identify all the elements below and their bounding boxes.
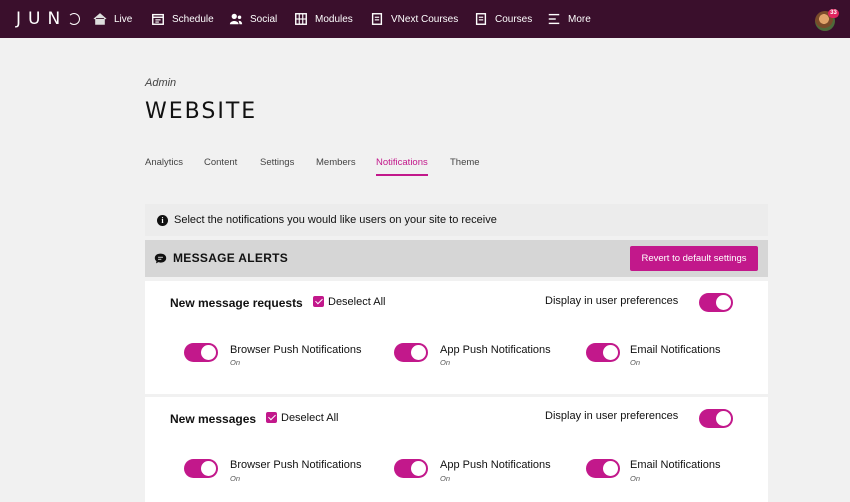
display-preferences-toggle[interactable] [699,293,733,312]
nav-more-label: More [568,13,591,25]
notification-card-new-messages: New messages Deselect All Display in use… [145,397,768,502]
nav-courses-label: Courses [495,13,533,25]
nav-live-label: Live [114,13,133,25]
tab-theme[interactable]: Theme [450,157,480,168]
browser-push-label: Browser Push Notifications [230,344,362,356]
grid-icon [295,13,307,25]
juno-logo[interactable]: JUN [16,9,81,29]
nav-schedule[interactable]: Schedule [151,10,214,28]
info-bar: i Select the notifications you would lik… [145,204,768,236]
card-title: New message requests [170,296,303,310]
email-label: Email Notifications [630,344,721,356]
display-preferences-label: Display in user preferences [545,410,679,422]
nav-social[interactable]: Social [229,10,277,28]
card-title: New messages [170,412,257,426]
logo-text: JUN [16,9,68,29]
email-label: Email Notifications [630,459,721,471]
notification-badge: 33 [828,9,839,18]
menu-icon [548,13,560,25]
email-toggle[interactable] [586,459,620,478]
info-icon: i [157,214,168,226]
home-icon [93,13,107,25]
chat-bubble-icon [154,253,167,263]
users-icon [229,13,243,25]
nav-live[interactable]: Live [93,10,132,28]
app-push-toggle[interactable] [394,459,428,478]
browser-push-toggle[interactable] [184,459,218,478]
email-state: On [630,474,641,483]
tab-analytics[interactable]: Analytics [145,157,183,168]
email-toggle[interactable] [586,343,620,362]
deselect-all-label: Deselect All [281,412,339,424]
page-title: WEBSITE [145,99,258,124]
notification-card-new-message-requests: New message requests Deselect All Displa… [145,281,768,394]
info-text: Select the notifications you would like … [174,214,497,226]
display-preferences-label: Display in user preferences [545,295,679,307]
app-push-label: App Push Notifications [440,344,551,356]
tab-content[interactable]: Content [204,157,237,168]
tab-notifications[interactable]: Notifications [376,157,428,176]
breadcrumb: Admin [145,77,177,89]
nav-social-label: Social [250,13,278,25]
app-push-state: On [440,474,451,483]
book-icon [475,13,487,25]
revert-to-default-button[interactable]: Revert to default settings [630,246,758,271]
browser-push-state: On [230,474,241,483]
display-preferences-toggle[interactable] [699,409,733,428]
deselect-all-checkbox[interactable] [266,412,277,423]
nav-more[interactable]: More [547,10,591,28]
deselect-all-checkbox[interactable] [313,296,324,307]
section-title-text: MESSAGE ALERTS [173,251,289,265]
browser-push-toggle[interactable] [184,343,218,362]
message-alerts-header: MESSAGE ALERTS Revert to default setting… [145,240,768,277]
tab-settings[interactable]: Settings [260,157,294,168]
app-push-toggle[interactable] [394,343,428,362]
nav-courses[interactable]: Courses [474,10,532,28]
tab-members[interactable]: Members [316,157,356,168]
nav-vnext-courses[interactable]: VNext Courses [370,10,458,28]
logo-o-icon [68,13,81,25]
nav-modules-label: Modules [315,13,353,25]
section-title: MESSAGE ALERTS [154,251,288,265]
top-nav: JUN Live Schedule Social Modules VNext C… [0,0,850,38]
calendar-icon [152,13,164,25]
nav-vnext-courses-label: VNext Courses [391,13,459,25]
browser-push-label: Browser Push Notifications [230,459,362,471]
book-icon [371,13,383,25]
nav-schedule-label: Schedule [172,13,214,25]
app-push-label: App Push Notifications [440,459,551,471]
browser-push-state: On [230,358,241,367]
app-push-state: On [440,358,451,367]
nav-modules[interactable]: Modules [294,10,353,28]
deselect-all-label: Deselect All [328,296,386,308]
email-state: On [630,358,641,367]
